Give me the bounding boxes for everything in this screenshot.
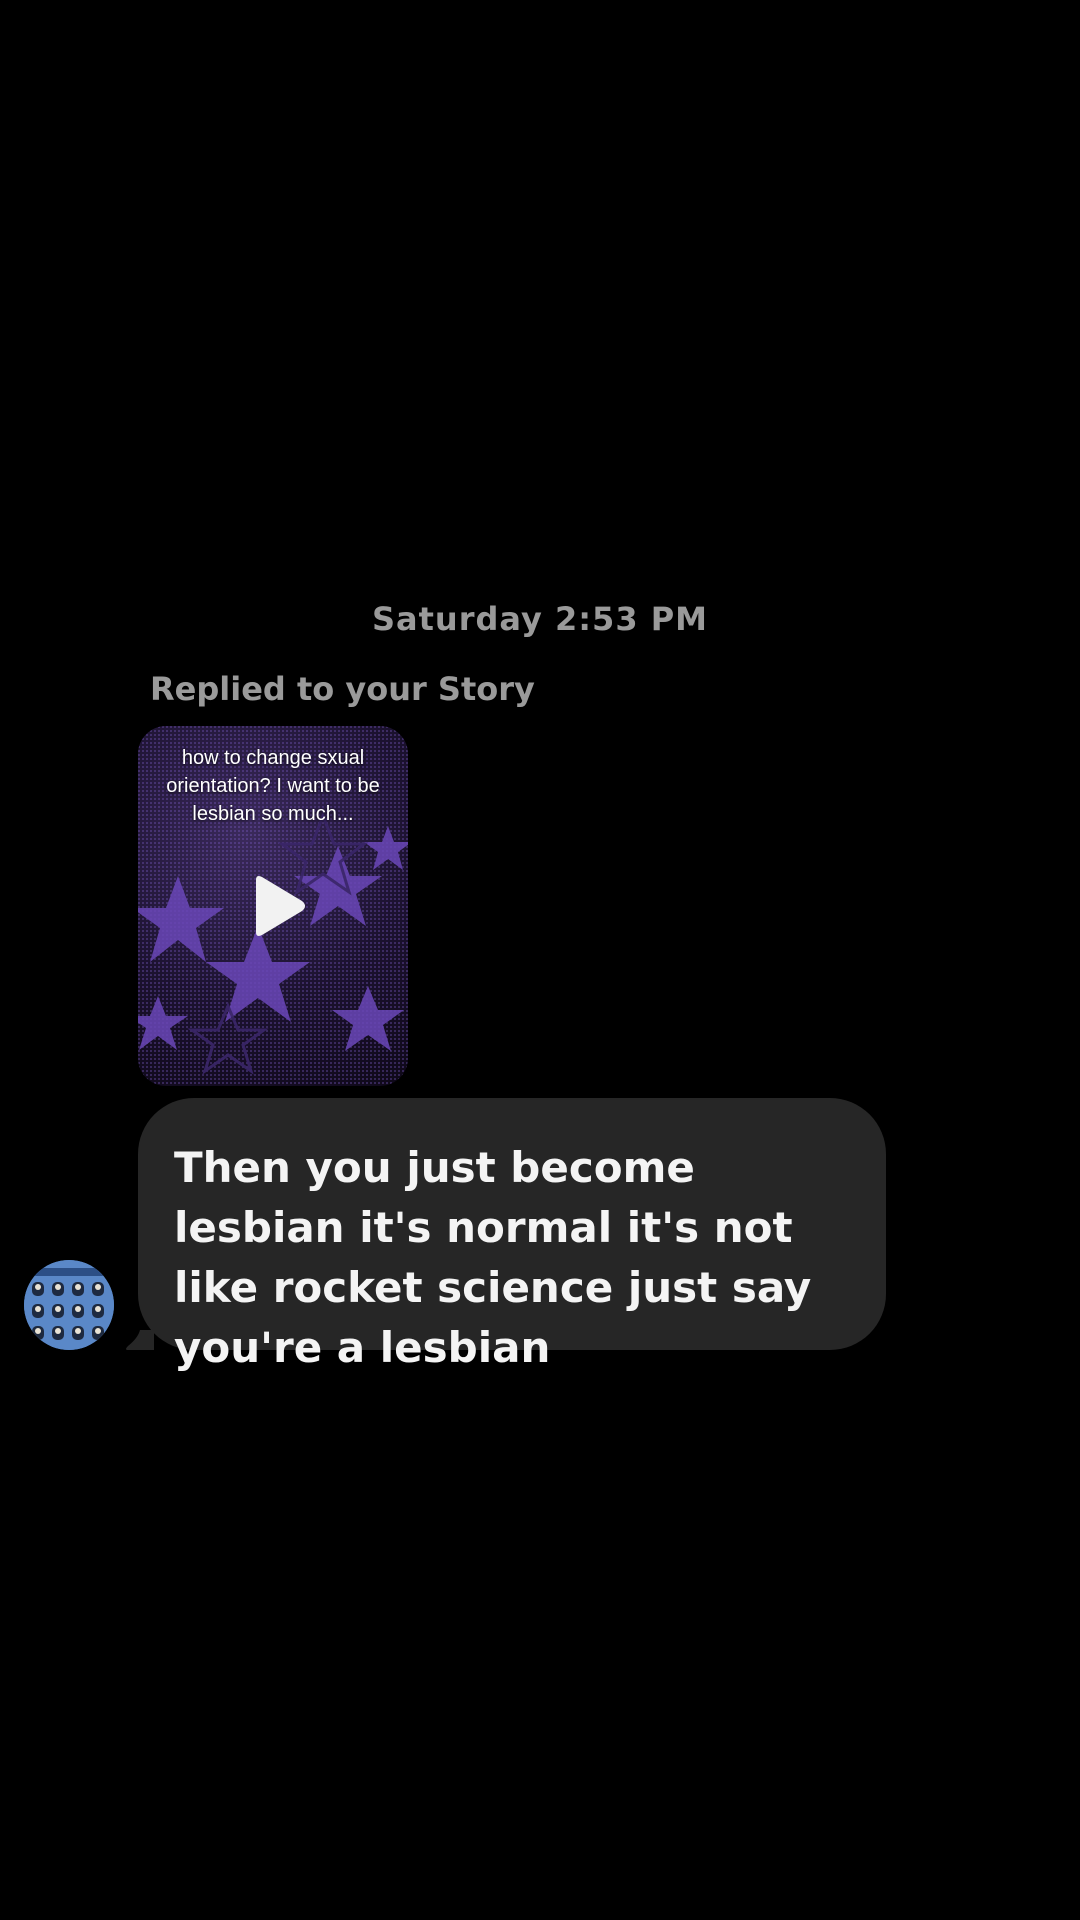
story-reply-thumbnail[interactable]: how to change sxual orientation? I want … bbox=[138, 726, 408, 1086]
play-icon[interactable] bbox=[248, 874, 308, 938]
message-bubble[interactable]: Then you just become lesbian it's normal… bbox=[138, 1098, 886, 1372]
avatar[interactable] bbox=[24, 1260, 114, 1350]
message-timestamp: Saturday 2:53 PM bbox=[371, 600, 709, 638]
bubble-tail bbox=[126, 1330, 154, 1350]
message-text: Then you just become lesbian it's normal… bbox=[174, 1143, 812, 1372]
avatar-image bbox=[24, 1260, 114, 1350]
story-caption: how to change sxual orientation? I want … bbox=[166, 747, 380, 825]
replied-to-story-label: Replied to your Story bbox=[150, 670, 535, 708]
